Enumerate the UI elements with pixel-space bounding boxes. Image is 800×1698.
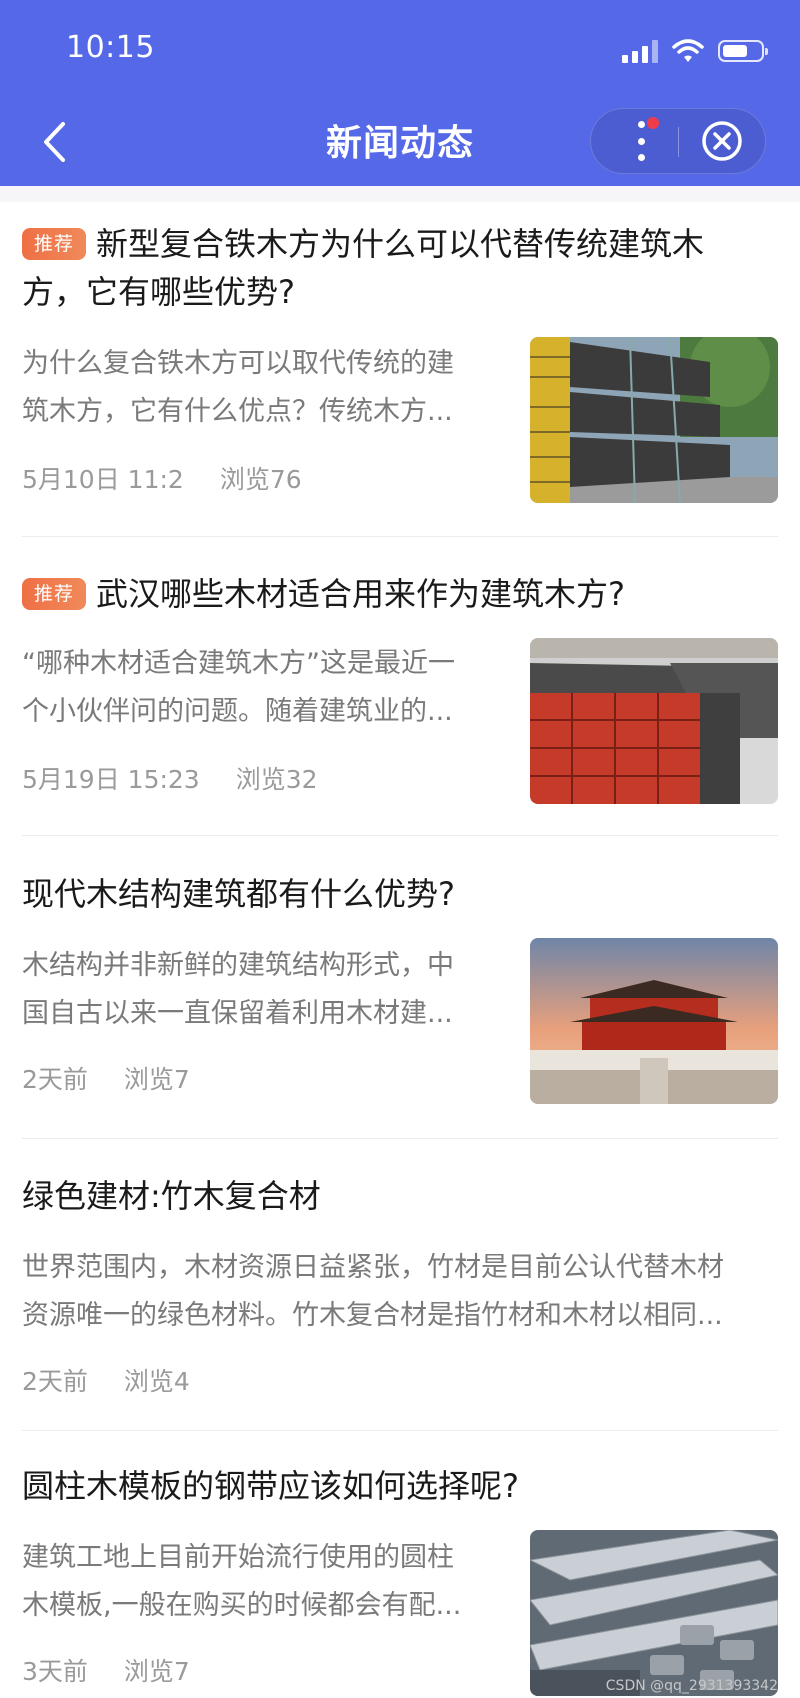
news-meta: 5月10日 11:2 浏览76 [22, 460, 302, 496]
news-title: 现代木结构建筑都有什么优势? [22, 875, 455, 913]
status-icons [622, 34, 768, 68]
news-summary-line: “哪种木材适合建筑木方”这是最近一 [22, 648, 455, 679]
news-summary-line: 筑木方，它有什么优点？传统木方... [22, 396, 453, 427]
news-meta: 2天前 浏览4 [22, 1362, 190, 1398]
news-summary-line: 木结构并非新鲜的建筑结构形式，中 [22, 950, 454, 981]
news-item[interactable]: 推荐 武汉哪些木材适合用来作为建筑木方? “哪种木材适合建筑木方”这是最近一 个小… [22, 570, 778, 836]
news-title: 推荐 新型复合铁木方为什么可以代替传统建筑木方，它有哪些优势? [22, 220, 752, 316]
news-title: 推荐 武汉哪些木材适合用来作为建筑木方? [22, 570, 752, 618]
news-date: 5月19日 15:23 [22, 765, 200, 794]
capsule-divider [678, 127, 679, 157]
news-title-text: 新型复合铁木方为什么可以代替传统建筑木方，它有哪些优势? [22, 225, 705, 311]
header-gap [0, 186, 800, 202]
app-header: 10:15 新闻动态 [0, 0, 800, 186]
news-summary-line: 国自古以来一直保留着利用木材建... [22, 998, 453, 1029]
news-meta: 2天前 浏览7 [22, 1060, 190, 1096]
notification-dot [647, 117, 659, 129]
news-summary: 建筑工地上目前开始流行使用的圆柱 木模板,一般在购买的时候都会有配... [22, 1534, 487, 1630]
watermark: CSDN @qq_2931393342 [605, 1678, 778, 1694]
news-item[interactable]: 绿色建材:竹木复合材 世界范围内，木材资源日益紧张，竹材是目前公认代替木材 资源… [22, 1172, 778, 1431]
news-date: 2天前 [22, 1065, 88, 1094]
news-thumbnail [530, 638, 778, 804]
news-title-text: 武汉哪些木材适合用来作为建筑木方? [96, 575, 626, 613]
news-summary: 世界范围内，木材资源日益紧张，竹材是目前公认代替木材 资源唯一的绿色材料。竹木复… [22, 1244, 778, 1340]
recommend-badge: 推荐 [22, 578, 87, 610]
news-views: 浏览7 [123, 1657, 190, 1686]
news-views: 浏览32 [235, 765, 318, 794]
wifi-icon [672, 39, 704, 62]
news-summary-line: 为什么复合铁木方可以取代传统的建 [22, 348, 454, 379]
news-summary-line: 资源唯一的绿色材料。竹木复合材是指竹材和木材以相同... [22, 1300, 723, 1331]
news-summary-line: 建筑工地上目前开始流行使用的圆柱 [22, 1542, 454, 1573]
battery-icon [718, 40, 768, 62]
news-summary-line: 个小伙伴问的问题。随着建筑业的... [22, 696, 453, 727]
news-meta: 5月19日 15:23 浏览32 [22, 760, 318, 796]
news-item[interactable]: 现代木结构建筑都有什么优势? 木结构并非新鲜的建筑结构形式，中 国自古以来一直保… [22, 870, 778, 1139]
news-date: 3天前 [22, 1657, 88, 1686]
news-summary: “哪种木材适合建筑木方”这是最近一 个小伙伴问的问题。随着建筑业的... [22, 640, 487, 736]
mini-program-capsule [590, 108, 766, 174]
news-item[interactable]: 推荐 新型复合铁木方为什么可以代替传统建筑木方，它有哪些优势? 为什么复合铁木方可… [22, 220, 778, 537]
news-summary: 为什么复合铁木方可以取代传统的建 筑木方，它有什么优点？传统木方... [22, 340, 487, 436]
news-views: 浏览4 [123, 1367, 190, 1396]
news-views: 浏览76 [219, 465, 302, 494]
news-title: 圆柱木模板的钢带应该如何选择呢? [22, 1467, 519, 1505]
news-thumbnail [530, 1530, 778, 1696]
news-thumbnail [530, 337, 778, 503]
news-thumbnail [530, 938, 778, 1104]
news-summary-line: 木模板,一般在购买的时候都会有配... [22, 1590, 462, 1621]
close-icon[interactable] [701, 120, 743, 162]
news-date: 2天前 [22, 1367, 88, 1396]
news-summary-line: 世界范围内，木材资源日益紧张，竹材是目前公认代替木材 [22, 1252, 724, 1283]
news-summary: 木结构并非新鲜的建筑结构形式，中 国自古以来一直保留着利用木材建... [22, 942, 487, 1038]
news-title: 绿色建材:竹木复合材 [22, 1177, 321, 1215]
news-meta: 3天前 浏览7 [22, 1652, 190, 1688]
news-views: 浏览7 [123, 1065, 190, 1094]
recommend-badge: 推荐 [22, 228, 87, 260]
news-item[interactable]: 圆柱木模板的钢带应该如何选择呢? 建筑工地上目前开始流行使用的圆柱 木模板,一般… [22, 1462, 778, 1698]
status-time: 10:15 [66, 30, 155, 65]
news-date: 5月10日 11:2 [22, 465, 184, 494]
signal-icon [622, 39, 658, 63]
